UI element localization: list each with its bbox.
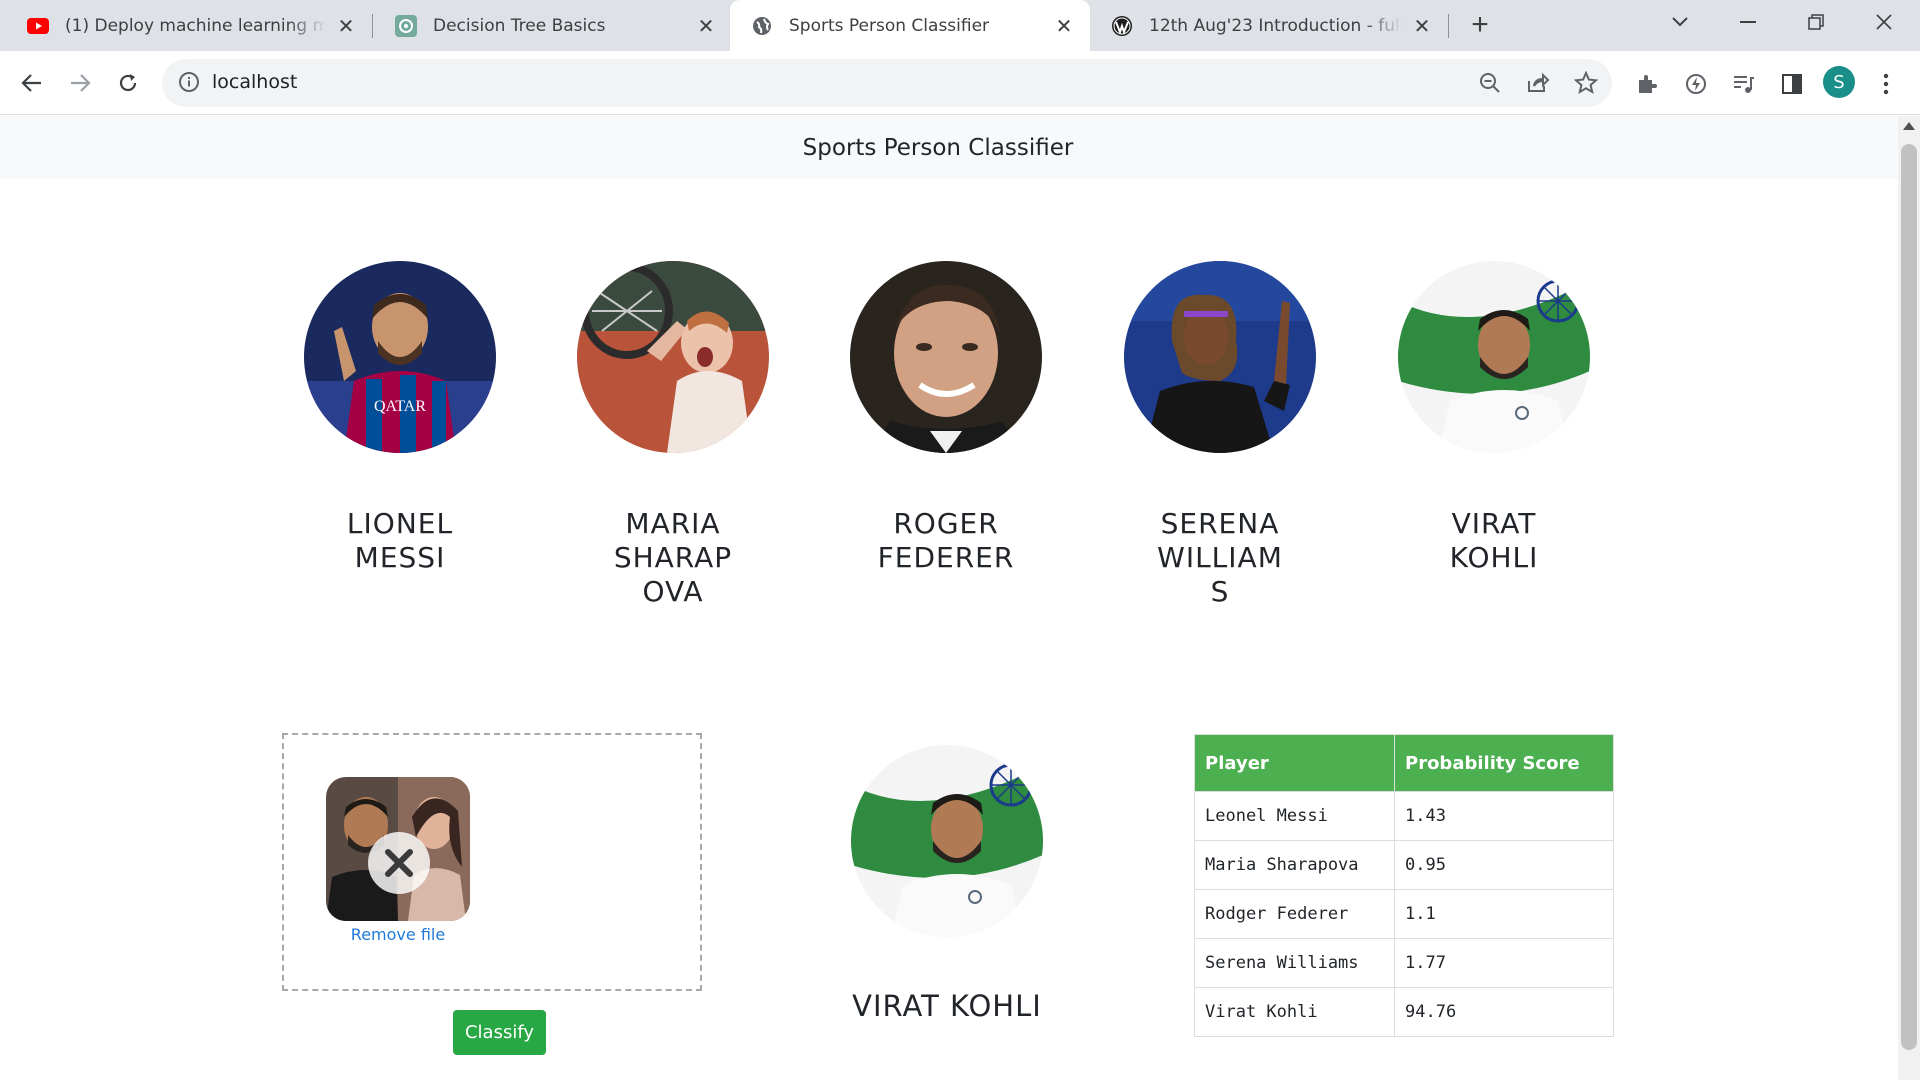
tab-introduction[interactable]: 12th Aug'23 Introduction - full s ✕ <box>1090 0 1448 51</box>
score-cell: 1.43 <box>1394 791 1614 841</box>
close-tab-icon[interactable]: ✕ <box>1052 14 1076 38</box>
result-photo <box>851 745 1043 937</box>
player-card-sharapova: MARIA SHARAPOVA <box>573 261 773 609</box>
result-player-name: VIRAT KOHLI <box>852 989 1042 1023</box>
image-dropzone[interactable]: Remove file <box>282 733 702 991</box>
kohli-photo <box>1398 261 1590 453</box>
player-name: MARIA SHARAPOVA <box>613 507 733 608</box>
browser-toolbar: localhost <box>0 51 1920 115</box>
tab-strip: (1) Deploy machine learning mo ✕ Decisio… <box>0 0 1920 51</box>
tab-divider <box>1448 14 1449 38</box>
zoom-icon[interactable] <box>1478 71 1502 95</box>
bookmark-star-icon[interactable] <box>1573 70 1599 95</box>
player-cell: Serena Williams <box>1194 938 1395 988</box>
scrollbar-thumb[interactable] <box>1901 144 1917 1050</box>
media-controls-icon[interactable] <box>1731 71 1757 97</box>
probability-table: Player Probability Score Leonel Messi 1.… <box>1194 734 1614 1037</box>
info-icon[interactable] <box>178 71 202 95</box>
more-menu-icon[interactable] <box>1873 71 1899 97</box>
tab-title: (1) Deploy machine learning mo <box>65 15 326 36</box>
player-card-federer: ROGER FEDERER <box>846 261 1046 575</box>
player-name: LIONEL MESSI <box>346 507 454 574</box>
table-row: Maria Sharapova 0.95 <box>1194 840 1614 890</box>
player-name: VIRAT KOHLI <box>1449 507 1539 574</box>
close-window-button[interactable] <box>1856 0 1912 44</box>
player-name: SERENA WILLIAMS <box>1157 507 1283 608</box>
player-cell: Maria Sharapova <box>1194 840 1395 890</box>
scroll-up-arrow[interactable] <box>1903 122 1915 130</box>
page-scrollbar[interactable] <box>1898 116 1920 1080</box>
federer-photo <box>850 261 1042 453</box>
youtube-icon <box>26 14 49 37</box>
player-cell: Virat Kohli <box>1194 987 1395 1037</box>
tab-divider <box>372 14 373 38</box>
serena-photo <box>1124 261 1316 453</box>
minimize-button[interactable] <box>1720 0 1776 44</box>
classify-button[interactable]: Classify <box>453 1010 546 1055</box>
page-viewport: Sports Person Classifier QATAR LIONEL ME… <box>0 116 1898 1080</box>
extensions-icon[interactable] <box>1635 71 1661 97</box>
sharapova-photo <box>577 261 769 453</box>
back-button[interactable] <box>13 64 51 102</box>
arrow-right-icon <box>71 74 91 92</box>
restore-button[interactable] <box>1788 0 1844 44</box>
close-tab-icon[interactable]: ✕ <box>334 14 358 38</box>
site-navbar: Sports Person Classifier <box>0 116 1898 179</box>
table-row: Leonel Messi 1.43 <box>1194 791 1614 841</box>
score-cell: 1.77 <box>1394 938 1614 988</box>
tab-decision-tree[interactable]: Decision Tree Basics ✕ <box>374 0 732 51</box>
share-icon[interactable] <box>1526 71 1550 95</box>
player-card-messi: QATAR LIONEL MESSI <box>300 261 500 575</box>
arrow-left-icon <box>21 74 41 92</box>
tab-title: Sports Person Classifier <box>789 15 990 36</box>
remove-file-link[interactable]: Remove file <box>284 925 512 944</box>
new-tab-button[interactable]: + <box>1464 10 1496 42</box>
svg-text:QATAR: QATAR <box>374 398 426 415</box>
forward-button[interactable] <box>61 64 99 102</box>
score-cell: 1.1 <box>1394 889 1614 939</box>
score-cell: 94.76 <box>1394 987 1614 1037</box>
chevron-down-icon <box>1672 17 1688 27</box>
player-card-kohli: VIRAT KOHLI <box>1394 261 1594 575</box>
globe-icon <box>750 14 773 37</box>
table-row: Serena Williams 1.77 <box>1194 938 1614 988</box>
chatgpt-icon <box>394 14 417 37</box>
messi-photo: QATAR <box>304 261 496 453</box>
url-text[interactable]: localhost <box>212 71 297 93</box>
reload-icon <box>119 74 137 92</box>
profile-avatar[interactable]: S <box>1823 66 1855 98</box>
wordpress-icon <box>1110 14 1133 37</box>
close-tab-icon[interactable]: ✕ <box>694 14 718 38</box>
table-row: Virat Kohli 94.76 <box>1194 987 1614 1037</box>
performance-icon[interactable] <box>1683 71 1709 97</box>
tab-title: Decision Tree Basics <box>433 15 606 36</box>
column-header-player: Player <box>1194 734 1395 792</box>
site-brand[interactable]: Sports Person Classifier <box>803 135 1074 161</box>
close-tab-icon[interactable]: ✕ <box>1410 14 1434 38</box>
player-card-serena: SERENA WILLIAMS <box>1120 261 1320 609</box>
side-panel-icon[interactable] <box>1779 71 1805 97</box>
remove-file-icon[interactable] <box>368 832 430 894</box>
tab-sports-classifier[interactable]: Sports Person Classifier ✕ <box>730 0 1090 51</box>
table-row: Rodger Federer 1.1 <box>1194 889 1614 939</box>
player-name: ROGER FEDERER <box>877 507 1015 574</box>
player-cell: Leonel Messi <box>1194 791 1395 841</box>
tab-title: 12th Aug'23 Introduction - full s <box>1149 15 1402 36</box>
column-header-probability: Probability Score <box>1394 734 1614 792</box>
score-cell: 0.95 <box>1394 840 1614 890</box>
table-header-row: Player Probability Score <box>1194 734 1614 792</box>
address-bar[interactable]: localhost <box>162 59 1612 107</box>
reload-button[interactable] <box>109 64 147 102</box>
player-cell: Rodger Federer <box>1194 889 1395 939</box>
tab-search-button[interactable] <box>1652 0 1708 44</box>
tab-youtube[interactable]: (1) Deploy machine learning mo ✕ <box>6 0 372 51</box>
